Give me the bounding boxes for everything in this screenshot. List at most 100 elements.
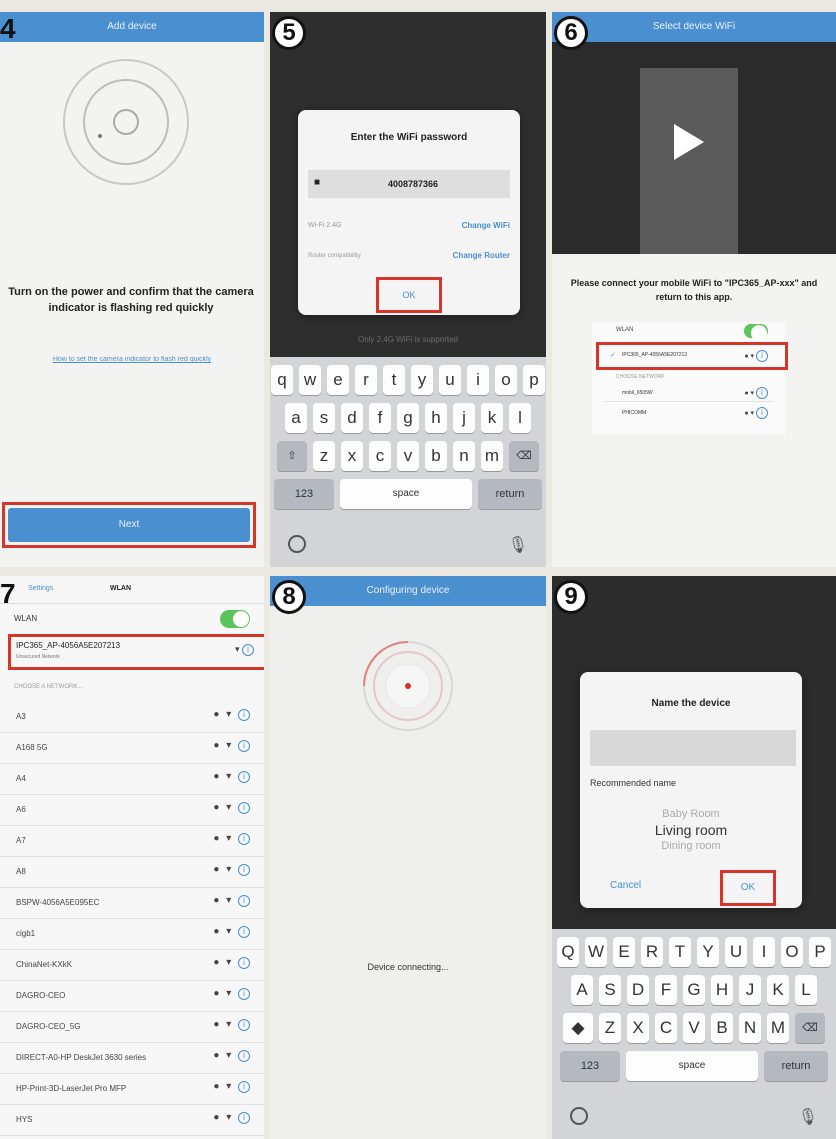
globe-icon[interactable] — [288, 535, 306, 553]
key[interactable]: e — [327, 365, 349, 395]
shift-key[interactable]: ◆ — [563, 1013, 593, 1043]
microphone-icon[interactable]: 🎙 — [798, 1107, 818, 1127]
key[interactable]: h — [425, 403, 447, 433]
key[interactable]: p — [523, 365, 545, 395]
globe-icon[interactable] — [570, 1107, 588, 1125]
step7-network-row[interactable]: DAGRO-CEO ● ▾ i — [0, 981, 264, 1012]
info-icon[interactable]: i — [238, 957, 250, 969]
step5-return-key[interactable]: return — [478, 479, 542, 509]
info-icon[interactable]: i — [238, 740, 250, 752]
step7-wlan-toggle[interactable] — [220, 610, 250, 628]
step7-connected-network[interactable]: IPC365_AP-4056A5E207213 Unsecured Networ… — [14, 638, 254, 666]
play-icon[interactable] — [674, 124, 704, 160]
info-icon[interactable]: i — [238, 802, 250, 814]
key[interactable]: W — [585, 937, 607, 967]
step6-wlan-toggle[interactable] — [744, 324, 768, 341]
info-icon[interactable]: i — [238, 1019, 250, 1031]
key[interactable]: f — [369, 403, 391, 433]
info-icon[interactable]: i — [238, 926, 250, 938]
key[interactable]: K — [767, 975, 789, 1005]
key[interactable]: t — [383, 365, 405, 395]
step9-name-option[interactable]: Dining room — [580, 840, 802, 852]
step5-change-router-link[interactable]: Change Router — [453, 251, 510, 260]
step7-network-row[interactable]: BSPW-4056A5E095EC ● ▾ i — [0, 888, 264, 919]
key[interactable]: Q — [557, 937, 579, 967]
key[interactable]: j — [453, 403, 475, 433]
info-icon[interactable]: i — [238, 1081, 250, 1093]
key[interactable]: D — [627, 975, 649, 1005]
info-icon[interactable]: i — [238, 1112, 250, 1124]
step7-network-row[interactable]: A7 ● ▾ i — [0, 826, 264, 857]
key[interactable]: w — [299, 365, 321, 395]
shift-key[interactable]: ⇧ — [277, 441, 307, 471]
info-icon[interactable]: i — [238, 833, 250, 845]
key[interactable]: B — [711, 1013, 733, 1043]
key[interactable]: q — [271, 365, 293, 395]
backspace-key[interactable]: ⌫ — [509, 441, 539, 471]
key[interactable]: r — [355, 365, 377, 395]
key[interactable]: n — [453, 441, 475, 471]
step9-ok-button[interactable]: OK — [724, 875, 772, 901]
key[interactable]: d — [341, 403, 363, 433]
key[interactable]: R — [641, 937, 663, 967]
step4-next-button[interactable]: Next — [8, 508, 250, 542]
key[interactable]: C — [655, 1013, 677, 1043]
key[interactable]: V — [683, 1013, 705, 1043]
microphone-icon[interactable]: 🎙 — [508, 535, 528, 555]
step9-space-key[interactable]: space — [626, 1051, 758, 1081]
key[interactable]: U — [725, 937, 747, 967]
info-icon[interactable]: i — [238, 771, 250, 783]
info-icon[interactable]: i — [238, 864, 250, 876]
step9-name-input[interactable] — [590, 730, 796, 766]
step9-name-option[interactable]: Baby Room — [580, 808, 802, 820]
key[interactable]: a — [285, 403, 307, 433]
step7-back-button[interactable]: Settings — [28, 585, 53, 592]
info-icon[interactable]: i — [238, 895, 250, 907]
step7-network-row[interactable]: HP-Print-3D-LaserJet Pro MFP ● ▾ i — [0, 1074, 264, 1105]
key[interactable]: z — [313, 441, 335, 471]
key[interactable]: X — [627, 1013, 649, 1043]
key[interactable]: F — [655, 975, 677, 1005]
key[interactable]: A — [571, 975, 593, 1005]
key[interactable]: I — [753, 937, 775, 967]
info-icon[interactable]: i — [238, 988, 250, 1000]
info-icon[interactable]: i — [238, 1050, 250, 1062]
key[interactable]: x — [341, 441, 363, 471]
key[interactable]: y — [411, 365, 433, 395]
key[interactable]: v — [397, 441, 419, 471]
step9-num-key[interactable]: 123 — [560, 1051, 620, 1081]
key[interactable]: T — [669, 937, 691, 967]
step7-network-row[interactable]: DAGRO-CEO_5G ● ▾ i — [0, 1012, 264, 1043]
step7-network-row[interactable]: DIRECT-A0-HP DeskJet 3630 series ● ▾ i — [0, 1043, 264, 1074]
step6-network-row[interactable]: PHICOMM ● ▾ i — [604, 404, 774, 422]
step7-network-row[interactable]: cigb1 ● ▾ i — [0, 919, 264, 950]
key[interactable]: N — [739, 1013, 761, 1043]
key[interactable]: m — [481, 441, 503, 471]
key[interactable]: g — [397, 403, 419, 433]
key[interactable]: L — [795, 975, 817, 1005]
step9-name-option-selected[interactable]: Living room — [580, 822, 802, 838]
step7-network-row[interactable]: HYS ● ▾ i — [0, 1105, 264, 1136]
key[interactable]: M — [767, 1013, 789, 1043]
key[interactable]: s — [313, 403, 335, 433]
key[interactable]: k — [481, 403, 503, 433]
step7-network-row[interactable]: A6 ● ▾ i — [0, 795, 264, 826]
step7-network-row[interactable]: A3 ● ▾ i — [0, 702, 264, 733]
step7-network-row[interactable]: A168 5G ● ▾ i — [0, 733, 264, 764]
step4-help-link[interactable]: How to set the camera indicator to flash… — [4, 356, 260, 363]
key[interactable]: b — [425, 441, 447, 471]
key[interactable]: Z — [599, 1013, 621, 1043]
key[interactable]: c — [369, 441, 391, 471]
step5-space-key[interactable]: space — [340, 479, 472, 509]
step6-network-row[interactable]: mobil_6505W ● ▾ i — [604, 384, 774, 402]
key[interactable]: G — [683, 975, 705, 1005]
key[interactable]: J — [739, 975, 761, 1005]
key[interactable]: H — [711, 975, 733, 1005]
backspace-key[interactable]: ⌫ — [795, 1013, 825, 1043]
step7-network-row[interactable]: A4 ● ▾ i — [0, 764, 264, 795]
key[interactable]: Y — [697, 937, 719, 967]
step7-network-row[interactable]: A8 ● ▾ i — [0, 857, 264, 888]
step9-cancel-button[interactable]: Cancel — [610, 880, 641, 891]
step9-return-key[interactable]: return — [764, 1051, 828, 1081]
step5-password-field[interactable]: ■ 4008787366 — [308, 170, 510, 198]
